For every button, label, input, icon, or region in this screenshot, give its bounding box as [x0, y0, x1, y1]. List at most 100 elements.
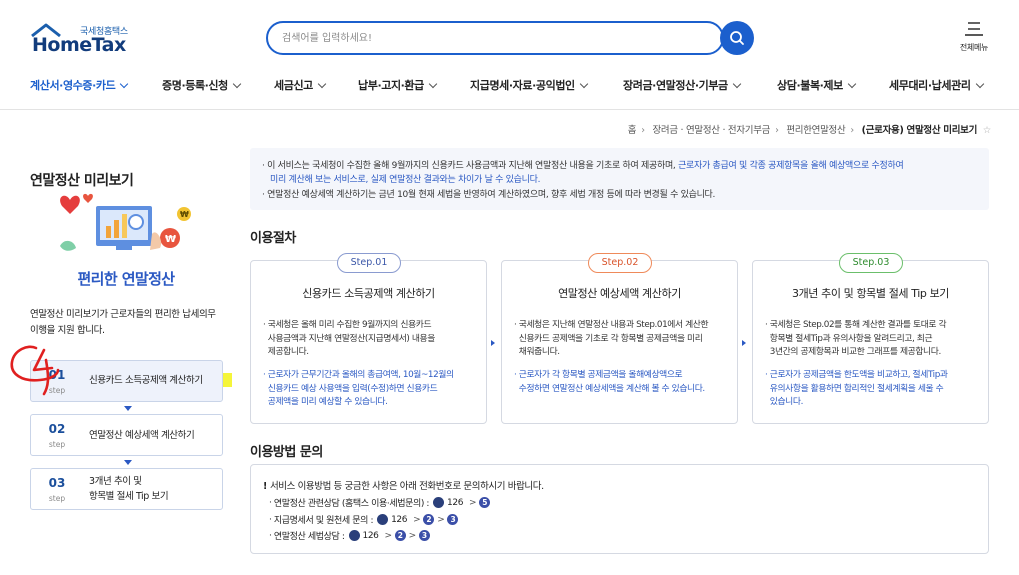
step-label: 신용카드 소득공제액 계산하기 [89, 375, 203, 386]
nav-label: 세금신고 [274, 79, 313, 92]
full-menu-button[interactable]: 전체메뉴 [952, 20, 996, 56]
procedure-step-title: 연말정산 예상세액 계산하기 [558, 287, 681, 300]
inquiry-label: 연말정산 세법상담 : [273, 532, 345, 542]
procedure-step-title: 3개년 추이 및 항목별 절세 Tip 보기 [791, 287, 950, 300]
procedure-step-text: · 국세청은 지난해 연말정산 내용과 Step.01에서 계산한 신용카드 공… [514, 320, 709, 357]
arrow-right-icon [491, 340, 495, 346]
exclamation-icon: ! [263, 481, 267, 492]
inquiry-head-text: 서비스 이용방법 등 궁금한 사항은 아래 전화번호로 문의하시기 바랍니다. [269, 481, 544, 492]
nav-item-tax-filing[interactable]: 세금신고 [274, 77, 327, 93]
svg-text:₩: ₩ [165, 234, 176, 245]
procedure-step-03: Step.03 3개년 추이 및 항목별 절세 Tip 보기 · 국세청은 St… [752, 253, 989, 424]
sidebar-step-02[interactable]: 02 step 연말정산 예상세액 계산하기 [30, 414, 223, 456]
breadcrumb-separator: › [775, 125, 779, 136]
step-caption: step [48, 440, 66, 449]
chevron-down-icon [232, 79, 242, 89]
phone-icon [377, 514, 389, 525]
phone-number[interactable]: 126 [391, 515, 407, 525]
procedure-title: 이용절차 [250, 231, 296, 246]
procedure-step-title: 신용카드 소득공제액 계산하기 [302, 287, 435, 300]
procedure-step-note: · 근로자가 근무기간과 올해의 총급여액, 10월~12월의 신용카드 예상 … [263, 370, 454, 407]
sidebar-step-03[interactable]: 03 step 3개년 추이 및 항목별 절세 Tip 보기 [30, 468, 223, 510]
nav-label: 지급명세·자료·공익법인 [470, 79, 575, 92]
menu-code-badge: 3 [418, 530, 430, 541]
inquiry-row: · 연말정산 관련상담 (홈택스 이용·세법문의) : 126 > 5 [269, 496, 491, 509]
menu-code-badge: 2 [423, 514, 435, 525]
svg-text:₩: ₩ [180, 210, 189, 219]
nav-item-payment[interactable]: 납부·고지·환급 [358, 77, 438, 93]
chevron-down-icon [579, 79, 589, 89]
nav-item-tax-agent[interactable]: 세무대리·납세관리 [889, 77, 984, 93]
menu-code-badge: 5 [479, 497, 491, 508]
step-label-line2: 항목별 절세 Tip 보기 [89, 491, 169, 502]
favorite-star-icon[interactable]: ☆ [983, 125, 992, 136]
nav-label: 장려금·연말정산·기부금 [623, 79, 728, 92]
chevron-down-icon [317, 79, 327, 89]
chevron-right-icon: > [413, 514, 421, 525]
breadcrumb: 홈 › 장려금 · 연말정산 · 전자기부금 › 편리한연말정산 › (근로자용) 연… [628, 122, 992, 136]
chevron-down-icon [732, 79, 742, 89]
year-end-settlement-illustration-icon: ₩ ₩ [60, 193, 191, 251]
search-button[interactable] [720, 21, 754, 55]
hometax-logo[interactable]: 국세청홈택스 HomeTax [30, 22, 140, 58]
breadcrumb-home[interactable]: 홈 [628, 125, 637, 136]
chevron-right-icon: > [384, 530, 393, 541]
step-pill: Step.03 [839, 253, 903, 273]
inquiry-label: 연말정산 관련상담 (홈택스 이용·세법문의) : [273, 499, 430, 509]
logo-wordmark: HomeTax [32, 34, 126, 56]
site-header: 국세청홈택스 HomeTax 전체메뉴 계산서·영수증·카드 증명·등록·신청 … [0, 0, 1019, 110]
notice-text: 연말정산 예상세액 계산하기는 금년 10월 현재 세법을 반영하여 계산하였으… [267, 190, 716, 200]
procedure-step-text: · 국세청은 올해 미리 수집한 9월까지의 신용카드 사용금액과 지난해 연말… [263, 320, 435, 357]
chevron-right-icon: > [437, 514, 445, 525]
inquiry-label: 지급명세서 및 원천세 문의 : [273, 516, 374, 526]
chevron-down-icon [120, 79, 129, 89]
nav-label: 계산서·영수증·카드 [30, 79, 116, 92]
chevron-down-icon [975, 79, 984, 89]
nav-item-year-end[interactable]: 장려금·연말정산·기부금 [623, 77, 742, 93]
nav-item-statements[interactable]: 지급명세·자료·공익법인 [470, 77, 589, 93]
sidebar-title: 연말정산 미리보기 [30, 173, 134, 189]
illustration-caption: 편리한 연말정산 [77, 270, 175, 288]
step-label-line1: 3개년 추이 및 [89, 476, 142, 487]
step-pill: Step.01 [337, 253, 401, 273]
step-pill: Step.02 [588, 253, 652, 273]
breadcrumb-item[interactable]: 편리한연말정산 [786, 125, 845, 136]
chevron-down-icon [847, 79, 857, 89]
phone-icon [433, 497, 445, 508]
inquiry-row: · 지급명세서 및 원천세 문의 : 126 > 2 > 3 [269, 513, 459, 526]
search-bar [266, 21, 724, 55]
notice-line-1: · 이 서비스는 국세청이 수집한 올해 9월까지의 신용카드 사용금액과 지난… [262, 161, 904, 171]
inquiry-title: 이용방법 문의 [250, 445, 323, 460]
search-input[interactable] [282, 30, 702, 46]
sidebar-description: 연말정산 미리보기가 근로자들의 편리한 납세의무 이행을 지원 합니다. [30, 309, 216, 336]
arrow-right-icon [742, 340, 746, 346]
step-number: 03 [48, 476, 66, 490]
phone-number[interactable]: 126 [363, 531, 379, 541]
breadcrumb-separator: › [850, 125, 854, 136]
step-label: 연말정산 예상세액 계산하기 [89, 430, 195, 441]
search-icon [730, 31, 744, 45]
nav-item-receipts[interactable]: 계산서·영수증·카드 [30, 77, 129, 93]
procedure-step-note: · 근로자가 각 항목별 공제금액을 올해예상액으로 수정하면 연말정산 예상세… [514, 370, 705, 394]
breadcrumb-item[interactable]: 장려금 · 연말정산 · 전자기부금 [652, 125, 770, 136]
chevron-right-icon: > [408, 530, 417, 541]
inquiry-box: ! 서비스 이용방법 등 궁금한 사항은 아래 전화번호로 문의하시기 바랍니다.… [250, 464, 989, 554]
phone-number[interactable]: 126 [447, 498, 463, 508]
nav-item-certificates[interactable]: 증명·등록·신청 [162, 77, 242, 93]
menu-code-badge: 2 [394, 530, 406, 541]
inquiry-row: · 연말정산 세법상담 : 126 > 2 > 3 [269, 529, 430, 542]
nav-label: 세무대리·납세관리 [889, 79, 971, 92]
procedure-step-note: · 근로자가 공제금액을 한도액을 비교하고, 절세Tip과 유의사항을 활용하… [765, 370, 948, 407]
notice-line-3: · 연말정산 예상세액 계산하기는 금년 10월 현재 세법을 반영하여 계산하… [262, 190, 716, 200]
arrow-down-icon [124, 406, 132, 411]
nav-label: 납부·고지·환급 [358, 79, 424, 92]
phone-icon [348, 530, 360, 541]
menu-code-badge: 3 [447, 514, 459, 525]
procedure-step-02: Step.02 연말정산 예상세액 계산하기 · 국세청은 지난해 연말정산 내… [501, 253, 738, 424]
hamburger-icon [965, 22, 983, 36]
breadcrumb-separator: › [641, 125, 645, 136]
arrow-down-icon [124, 460, 132, 465]
breadcrumb-current: (근로자용) 연말정산 미리보기 [861, 125, 978, 136]
notice-highlight: 근로자가 총급여 및 각종 공제항목을 올해 예상액으로 수정하여 [678, 161, 904, 171]
nav-item-consultation[interactable]: 상담·불복·제보 [777, 77, 857, 93]
